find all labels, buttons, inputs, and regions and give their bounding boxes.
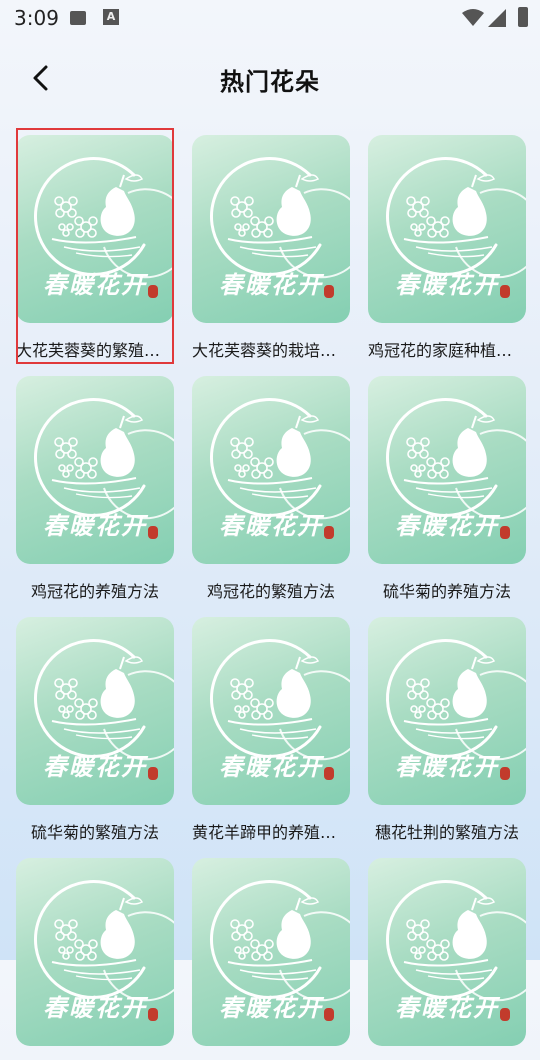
card-thumbnail: 春暖花开: [192, 858, 350, 1046]
flower-card[interactable]: 春暖花开 鸡冠花的养殖方法: [16, 376, 174, 602]
card-thumbnail: 春暖花开: [368, 617, 526, 805]
card-title: 鸡冠花的繁殖方法: [206, 582, 335, 601]
logo-text: 春暖花开: [395, 270, 499, 299]
card-thumbnail: 春暖花开: [16, 376, 174, 564]
card-title: 大花芙蓉葵的栽培方法: [192, 341, 350, 360]
card-thumbnail: 春暖花开: [16, 617, 174, 805]
card-title: 硫华菊的繁殖方法: [30, 823, 159, 842]
card-thumbnail: 春暖花开: [368, 376, 526, 564]
logo-text: 春暖花开: [395, 752, 499, 781]
logo-text: 春暖花开: [43, 270, 147, 299]
flower-grid: 春暖花开 大花芙蓉葵的繁殖方法 春暖花开 大花芙蓉葵的栽培方法 春暖花开 鸡冠花…: [0, 0, 540, 1046]
flower-card[interactable]: 春暖花开: [192, 858, 350, 1060]
flower-card[interactable]: 春暖花开 鸡冠花的繁殖方法: [192, 376, 350, 602]
logo-text: 春暖花开: [219, 993, 323, 1022]
logo-text: 春暖花开: [43, 752, 147, 781]
flower-card[interactable]: 春暖花开 穗花牡荆的繁殖方法: [368, 617, 526, 843]
logo-text: 春暖花开: [219, 511, 323, 540]
card-title: 鸡冠花的养殖方法: [30, 582, 159, 601]
card-thumbnail: 春暖花开: [16, 135, 174, 323]
flower-card[interactable]: 春暖花开: [368, 858, 526, 1060]
logo-text: 春暖花开: [395, 993, 499, 1022]
logo-text: 春暖花开: [219, 270, 323, 299]
flower-card[interactable]: 春暖花开 黄花羊蹄甲的养殖方法: [192, 617, 350, 843]
logo-text: 春暖花开: [395, 511, 499, 540]
card-title: 黄花羊蹄甲的养殖方法: [192, 823, 350, 842]
flower-card[interactable]: 春暖花开 大花芙蓉葵的繁殖方法: [16, 135, 174, 361]
card-thumbnail: 春暖花开: [192, 617, 350, 805]
flower-card[interactable]: 春暖花开 硫华菊的养殖方法: [368, 376, 526, 602]
flower-card[interactable]: 春暖花开 大花芙蓉葵的栽培方法: [192, 135, 350, 361]
logo-text: 春暖花开: [43, 993, 147, 1022]
flower-card[interactable]: 春暖花开 硫华菊的繁殖方法: [16, 617, 174, 843]
card-title: 穗花牡荆的繁殖方法: [374, 823, 519, 842]
logo-text: 春暖花开: [43, 511, 147, 540]
card-thumbnail: 春暖花开: [192, 135, 350, 323]
flower-card[interactable]: 春暖花开: [16, 858, 174, 1060]
logo-text: 春暖花开: [219, 752, 323, 781]
card-title: 鸡冠花的家庭种植方法: [368, 341, 526, 360]
card-thumbnail: 春暖花开: [368, 135, 526, 323]
card-thumbnail: 春暖花开: [192, 376, 350, 564]
card-title: 硫华菊的养殖方法: [382, 582, 511, 601]
card-thumbnail: 春暖花开: [16, 858, 174, 1046]
flower-card[interactable]: 春暖花开 鸡冠花的家庭种植方法: [368, 135, 526, 361]
card-title: 大花芙蓉葵的繁殖方法: [16, 341, 174, 360]
card-thumbnail: 春暖花开: [368, 858, 526, 1046]
